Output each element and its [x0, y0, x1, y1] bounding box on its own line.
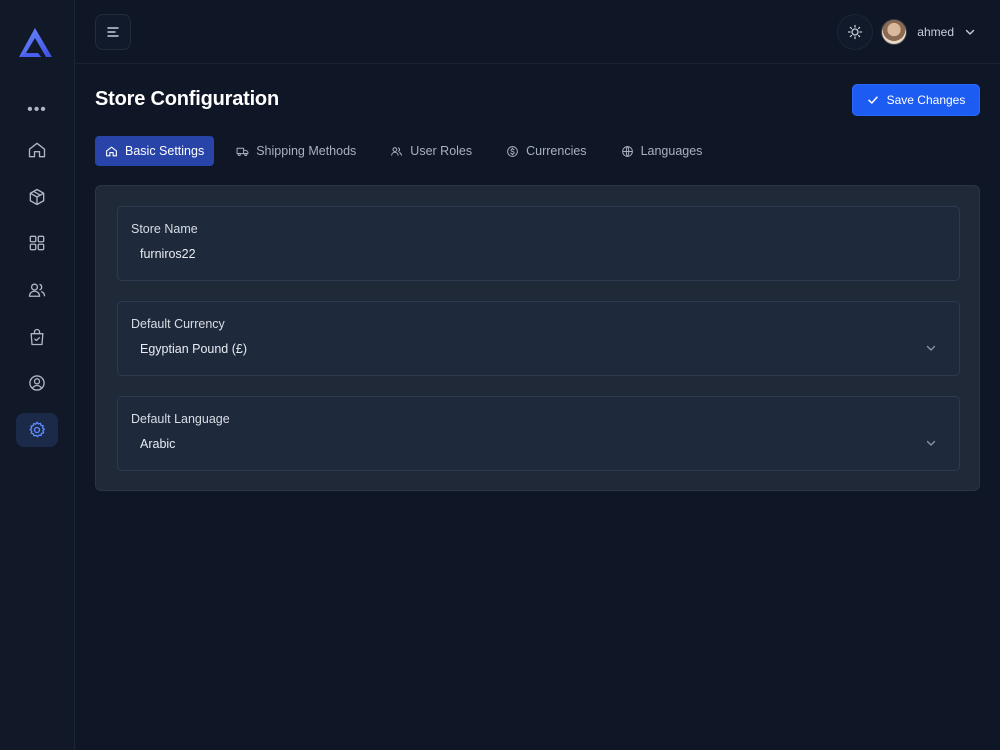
dollar-icon	[507, 145, 518, 157]
default-language-label: Default Language	[131, 412, 230, 426]
store-name-field[interactable]: Store Name furniros22	[117, 206, 960, 281]
more-icon[interactable]: •••	[16, 93, 58, 127]
user-menu[interactable]: ahmed	[881, 17, 976, 47]
globe-icon	[621, 145, 633, 157]
tab-languages[interactable]: Languages	[611, 136, 713, 166]
chevron-down-icon[interactable]	[925, 437, 937, 449]
store-name-label: Store Name	[131, 222, 198, 236]
tab-label: User Roles	[410, 144, 473, 158]
users-icon	[28, 283, 46, 297]
sidebar-toggle-button[interactable]	[95, 14, 131, 50]
basic-settings-panel: Store Name furniros22 Default Currency E…	[95, 185, 980, 491]
chevron-down-icon	[965, 29, 975, 35]
check-icon	[867, 96, 878, 104]
menu-icon	[107, 27, 119, 37]
default-currency-label: Default Currency	[131, 317, 225, 331]
tab-label: Languages	[640, 144, 703, 158]
save-changes-button[interactable]: Save Changes	[852, 84, 980, 116]
avatar	[881, 19, 908, 45]
home-icon	[106, 146, 117, 156]
user-circle-icon	[29, 375, 45, 391]
tab-user-roles[interactable]: User Roles	[380, 136, 482, 166]
default-currency-select[interactable]: Default Currency Egyptian Pound (£)	[117, 301, 960, 376]
package-icon	[29, 188, 45, 206]
grid-icon	[29, 235, 45, 251]
settings-icon	[29, 421, 45, 438]
top-header: ahmed	[75, 0, 1000, 64]
sidebar-item-products[interactable]	[16, 180, 58, 214]
user-name: ahmed	[917, 25, 954, 39]
tab-currencies[interactable]: Currencies	[496, 136, 596, 166]
default-currency-value[interactable]: Egyptian Pound (£)	[140, 342, 247, 356]
tab-label: Shipping Methods	[256, 144, 357, 158]
settings-tabs: Basic Settings Shipping Methods User Rol…	[95, 136, 726, 166]
tab-label: Currencies	[526, 144, 587, 158]
sidebar: •••	[0, 0, 75, 750]
tab-basic-settings[interactable]: Basic Settings	[95, 136, 215, 166]
chevron-down-icon[interactable]	[925, 342, 937, 354]
store-name-input[interactable]: furniros22	[140, 247, 196, 261]
sidebar-item-account[interactable]	[16, 366, 58, 400]
sidebar-item-home[interactable]	[16, 133, 58, 167]
default-language-select[interactable]: Default Language Arabic	[117, 396, 960, 471]
brand-logo-icon[interactable]	[16, 26, 58, 60]
save-changes-label: Save Changes	[886, 93, 966, 107]
tab-label: Basic Settings	[125, 144, 205, 158]
sidebar-item-categories[interactable]	[16, 226, 58, 260]
sidebar-item-orders[interactable]	[16, 320, 58, 354]
users-icon	[391, 146, 403, 156]
home-icon	[28, 142, 46, 158]
shopping-bag-icon	[30, 328, 44, 346]
sun-icon	[847, 24, 863, 40]
page-title: Store Configuration	[95, 88, 279, 110]
sidebar-item-customers[interactable]	[16, 273, 58, 307]
tab-shipping-methods[interactable]: Shipping Methods	[226, 136, 366, 166]
default-language-value[interactable]: Arabic	[140, 437, 175, 451]
truck-icon	[236, 147, 249, 156]
sidebar-item-settings[interactable]	[16, 413, 58, 447]
theme-toggle-button[interactable]	[837, 14, 873, 50]
